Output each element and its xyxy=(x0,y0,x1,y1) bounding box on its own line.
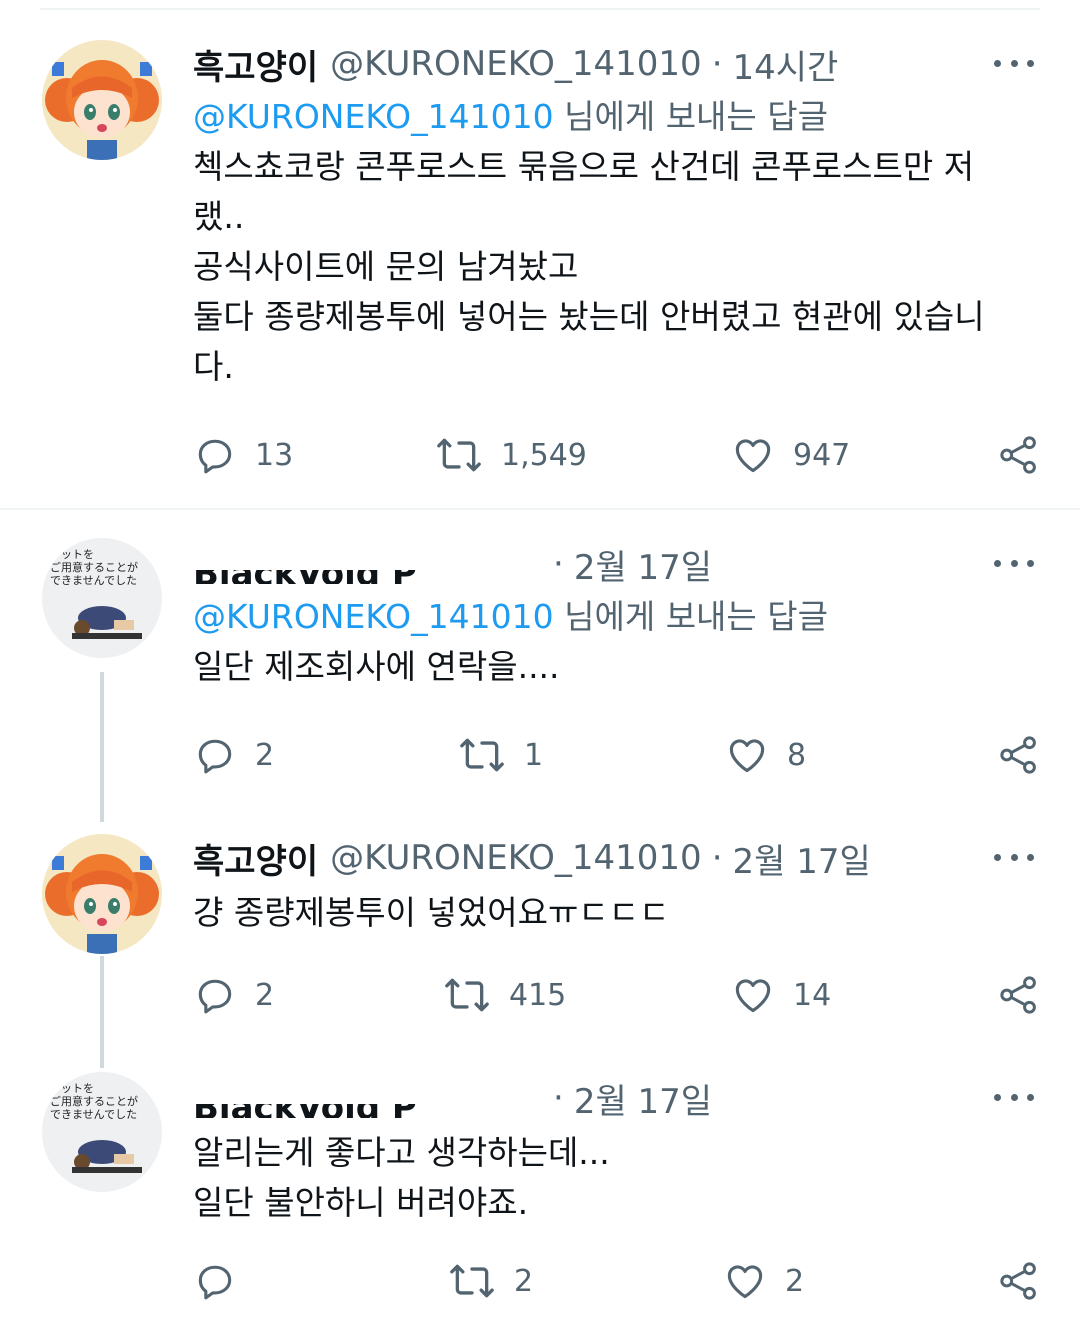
reply-icon xyxy=(198,439,232,474)
tweet-actions: 2 1 8 xyxy=(193,730,1040,780)
more-icon[interactable] xyxy=(994,1082,1034,1112)
svg-text:ご用意することが: ご用意することが xyxy=(50,1094,138,1108)
share-button[interactable] xyxy=(998,730,1040,780)
separator: · xyxy=(553,544,564,584)
mention-link[interactable]: @KURONEKO_141010 xyxy=(193,597,554,636)
tweet-actions: 13 1,549 947 xyxy=(193,430,1040,480)
share-icon xyxy=(1000,436,1036,474)
retweet-button[interactable]: 1,549 xyxy=(435,430,587,480)
retweet-count: 1,549 xyxy=(501,437,587,473)
share-button[interactable] xyxy=(998,970,1040,1020)
more-icon[interactable] xyxy=(994,842,1034,872)
share-icon xyxy=(1000,976,1036,1014)
retweet-icon xyxy=(445,978,489,1012)
tweet-4[interactable]: ケットを ご用意することが できませんでした BlackVoid P · 2월 … xyxy=(0,1060,1080,1336)
reply-icon xyxy=(198,979,232,1014)
avatar-kuroneko[interactable] xyxy=(42,834,162,954)
svg-text:できませんでした: できませんでした xyxy=(50,574,137,587)
display-name[interactable]: 흑고양이 xyxy=(193,40,318,89)
replying-suffix: 님에게 보내는 답글 xyxy=(553,597,828,636)
like-button[interactable]: 8 xyxy=(725,730,806,780)
tweet-actions: 2 2 xyxy=(193,1256,1040,1306)
display-name[interactable]: BlackVoid P xyxy=(193,1078,543,1118)
tweet-text: 알리는게 좋다고 생각하는데... 일단 불안하니 버려야죠. xyxy=(193,1133,610,1222)
share-button[interactable] xyxy=(998,1256,1040,1306)
svg-text:ご用意することが: ご用意することが xyxy=(50,560,138,574)
separator: · xyxy=(711,838,723,878)
retweet-count: 1 xyxy=(524,737,544,773)
retweet-button[interactable]: 415 xyxy=(443,970,566,1020)
svg-text:できませんでした: できませんでした xyxy=(50,1108,137,1121)
tweet-header: 흑고양이 @KURONEKO_141010 · 14시간 xyxy=(193,40,1040,89)
avatar-blackvoid[interactable]: ケットを ご用意することが できませんでした xyxy=(42,1072,162,1192)
share-icon xyxy=(1000,736,1036,774)
like-icon xyxy=(735,439,771,473)
reply-icon xyxy=(198,1265,232,1300)
tweet-header: BlackVoid P · 2월 17일 xyxy=(193,540,1040,589)
like-button[interactable]: 947 xyxy=(731,430,850,480)
like-count: 947 xyxy=(793,437,851,473)
avatar-kuroneko[interactable] xyxy=(42,40,162,160)
timestamp[interactable]: 2월 17일 xyxy=(733,834,871,883)
retweet-icon xyxy=(437,438,481,472)
tweet-actions: 2 415 14 xyxy=(193,970,1040,1020)
like-icon xyxy=(729,739,765,773)
separator: · xyxy=(711,44,723,84)
like-button[interactable]: 14 xyxy=(731,970,831,1020)
avatar-blackvoid[interactable]: ケットを ご用意することが できませんでした xyxy=(42,538,162,658)
reply-button[interactable] xyxy=(193,1256,237,1306)
reply-count: 2 xyxy=(255,977,275,1013)
like-icon xyxy=(727,1265,763,1299)
retweet-icon xyxy=(450,1264,494,1298)
like-count: 8 xyxy=(787,737,807,773)
tweet-text: 일단 제조회사에 연락을.... xyxy=(193,647,560,686)
reply-icon xyxy=(198,739,232,774)
tweet-text: 첵스쵸코랑 콘푸로스트 묶음으로 산건데 콘푸로스트만 저 랬.. 공식사이트에… xyxy=(193,147,985,386)
svg-text:ケットを: ケットを xyxy=(50,548,94,561)
more-icon[interactable] xyxy=(994,548,1034,578)
replying-to: @KURONEKO_141010 님에게 보내는 답글 xyxy=(193,592,1040,642)
reply-count: 2 xyxy=(255,737,275,773)
mention-link[interactable]: @KURONEKO_141010 xyxy=(193,97,554,136)
tweet-1[interactable]: 흑고양이 @KURONEKO_141010 · 14시간 @KURONEKO_1… xyxy=(0,0,1080,510)
share-button[interactable] xyxy=(998,430,1040,480)
thread-line xyxy=(100,956,104,1068)
reply-count: 13 xyxy=(255,437,294,473)
replying-suffix: 님에게 보내는 답글 xyxy=(553,97,828,136)
timestamp[interactable]: 2월 17일 xyxy=(574,1074,712,1123)
more-icon[interactable] xyxy=(994,48,1034,78)
display-name[interactable]: 흑고양이 xyxy=(193,834,318,883)
timestamp[interactable]: 14시간 xyxy=(733,40,839,89)
svg-text:ケットを: ケットを xyxy=(50,1082,94,1095)
tweet-header: 흑고양이 @KURONEKO_141010 · 2월 17일 xyxy=(193,834,1040,883)
tweet-3[interactable]: 흑고양이 @KURONEKO_141010 · 2월 17일 걍 종량제봉투이 … xyxy=(0,810,1080,1068)
like-count: 2 xyxy=(785,1263,805,1299)
separator: · xyxy=(553,1078,564,1118)
retweet-icon xyxy=(460,738,504,772)
reply-button[interactable]: 13 xyxy=(193,430,293,480)
user-handle[interactable]: @KURONEKO_141010 xyxy=(330,838,702,878)
retweet-count: 2 xyxy=(514,1263,534,1299)
tweet-2[interactable]: ケットを ご用意することが できませんでした BlackVoid P · 2월 … xyxy=(0,510,1080,822)
display-name[interactable]: BlackVoid P xyxy=(193,544,543,584)
tweet-text: 걍 종량제봉투이 넣었어요ㅠㄷㄷㄷ xyxy=(193,893,670,932)
like-icon xyxy=(735,979,771,1013)
share-icon xyxy=(1000,1262,1036,1300)
user-handle[interactable]: @KURONEKO_141010 xyxy=(330,44,702,84)
like-button[interactable]: 2 xyxy=(723,1256,804,1306)
timestamp[interactable]: 2월 17일 xyxy=(574,540,712,589)
retweet-count: 415 xyxy=(509,977,567,1013)
reply-button[interactable]: 2 xyxy=(193,730,274,780)
thread-line xyxy=(100,672,104,822)
tweet-header: BlackVoid P · 2월 17일 xyxy=(193,1074,1040,1123)
reply-button[interactable]: 2 xyxy=(193,970,274,1020)
retweet-button[interactable]: 2 xyxy=(448,1256,533,1306)
retweet-button[interactable]: 1 xyxy=(458,730,543,780)
like-count: 14 xyxy=(793,977,832,1013)
replying-to: @KURONEKO_141010 님에게 보내는 답글 xyxy=(193,92,1040,142)
